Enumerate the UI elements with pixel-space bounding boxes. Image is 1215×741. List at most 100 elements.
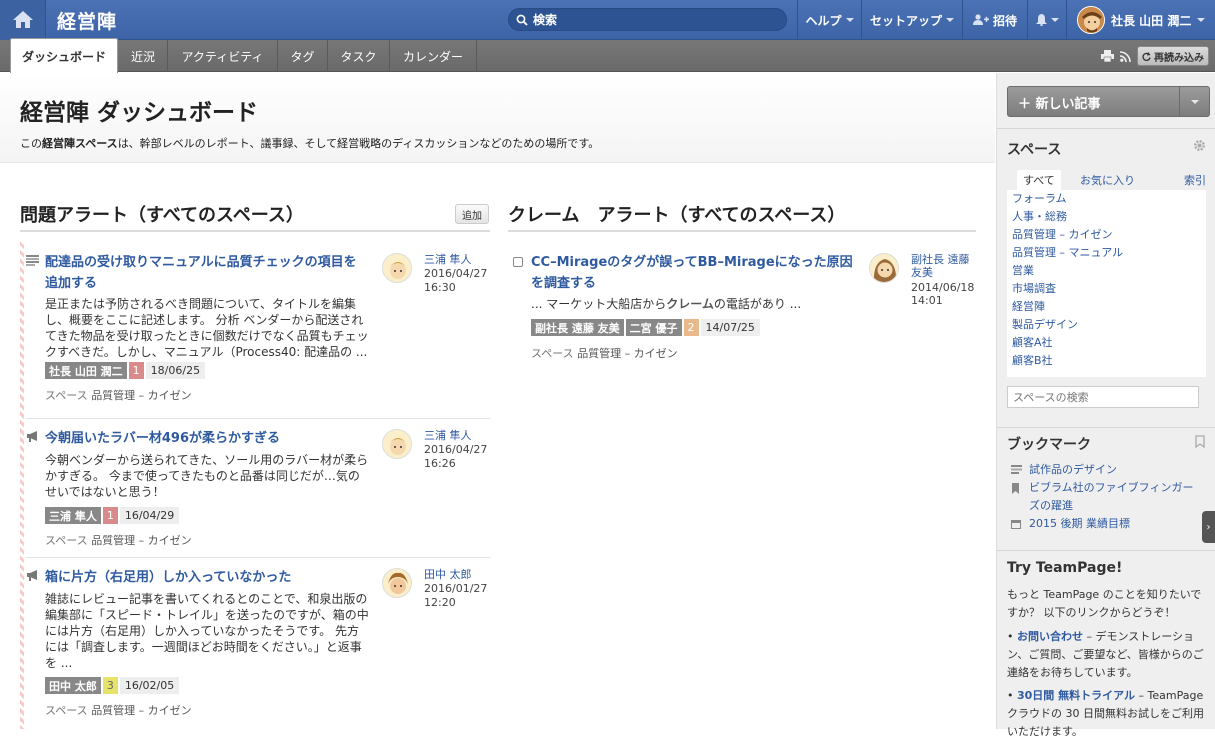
author-name[interactable]: 三浦 隼人	[424, 429, 472, 442]
space-link[interactable]: 顧客B社	[1007, 352, 1206, 370]
assignee-tag[interactable]: 田中 太郎	[45, 677, 101, 694]
tab-all-spaces[interactable]: すべて	[1017, 170, 1061, 190]
assignee-tag[interactable]: 三浦 隼人	[45, 507, 101, 524]
issue-tags: 社長 山田 潤二 1 18/06/25	[45, 362, 206, 379]
space-line: スペース 品質管理 – カイゼン	[45, 389, 192, 402]
trial-link[interactable]: 30日間 無料トライアル	[1017, 689, 1135, 702]
space-link[interactable]: 品質管理 – カイゼン	[577, 347, 678, 360]
chevron-down-icon	[1190, 99, 1199, 104]
space-line: スペース 品質管理 – カイゼン	[45, 704, 192, 717]
avatar	[869, 253, 899, 283]
space-link[interactable]: 品質管理 – カイゼン	[1007, 226, 1206, 244]
page-description: この経営陣スペースは、幹部レベルのレポート、議事録、そして経営戦略のディスカッシ…	[20, 137, 600, 150]
new-post-button[interactable]: ＋ 新しい記事	[1007, 86, 1210, 117]
space-link[interactable]: 品質管理 – カイゼン	[91, 534, 192, 547]
bookmarks-heading: ブックマーク	[1007, 437, 1091, 453]
new-post-dropdown[interactable]	[1179, 87, 1209, 116]
tab-recent[interactable]: 近況	[119, 40, 168, 72]
issue-title[interactable]: 配達品の受け取りマニュアルに品質チェックの項目を 追加する	[45, 252, 357, 294]
search-input[interactable]	[533, 11, 773, 28]
notifications-menu[interactable]	[1027, 0, 1066, 40]
help-label: ヘルプ	[805, 13, 842, 28]
spaces-heading: スペース	[1007, 142, 1062, 158]
issue-item: 箱に片方（右足用）しか入っていなかった 雑誌にレビュー記事を書いてくれるとのこと…	[26, 567, 376, 727]
contact-link[interactable]: お問い合わせ	[1017, 630, 1083, 643]
new-post-label: ＋ 新しい記事	[1018, 97, 1101, 112]
space-link[interactable]: 品質管理 – マニュアル	[1007, 244, 1206, 262]
due-date: 18/06/25	[145, 362, 206, 379]
invite-button[interactable]: 招待	[962, 0, 1027, 40]
spaces-list: フォーラム 人事・総務 品質管理 – カイゼン 品質管理 – マニュアル 営業 …	[1007, 190, 1206, 377]
tab-calendar[interactable]: カレンダー	[390, 40, 477, 72]
space-link[interactable]: 人事・総務	[1007, 208, 1206, 226]
rss-icon[interactable]	[1120, 50, 1131, 62]
count-badge: 1	[128, 362, 144, 379]
top-bar: 経営陣 ヘルプ セットアップ 招待 社長 山田 潤二	[0, 0, 1215, 40]
post-date: 2014/06/18	[911, 281, 975, 294]
reload-button[interactable]: 再読み込み	[1137, 46, 1209, 66]
page-header: 経営陣 ダッシュボード この経営陣スペースは、幹部レベルのレポート、議事録、そし…	[0, 73, 995, 163]
assignee-tag[interactable]: 社長 山田 潤二	[45, 362, 127, 379]
chevron-down-icon	[946, 18, 954, 22]
app-title[interactable]: 経営陣	[57, 7, 117, 34]
tab-activity[interactable]: アクティビティ	[168, 40, 278, 72]
tab-tools: 再読み込み	[1101, 40, 1215, 72]
issue-title[interactable]: 今朝届いたラバー材496が柔らかすぎる	[45, 428, 280, 449]
tab-favorite-spaces[interactable]: お気に入り	[1074, 170, 1141, 190]
index-link[interactable]: 索引	[1184, 170, 1206, 190]
issue-title[interactable]: 箱に片方（右足用）しか入っていなかった	[45, 567, 291, 588]
author-name[interactable]: 田中 太郎	[424, 568, 472, 581]
bookmark-item[interactable]: 2015 後期 業績目標	[1011, 515, 1201, 533]
issue-tags: 三浦 隼人 1 16/04/29	[45, 507, 180, 524]
issue-tags: 田中 太郎 3 16/02/05	[45, 677, 180, 694]
issues-heading: 問題アラート（すべてのスペース）	[20, 205, 304, 226]
print-icon[interactable]	[1101, 50, 1114, 62]
home-button[interactable]	[0, 0, 46, 40]
tab-tags[interactable]: タグ	[278, 40, 328, 72]
claim-title[interactable]: CC–Mirageのタグが誤ってBB–Mirageになった原因 を調査する	[531, 252, 853, 294]
assignee-tag[interactable]: 副社長 遠藤 友美	[531, 319, 624, 336]
assignee-tag[interactable]: 二宮 優子	[625, 319, 682, 336]
bookmark-icon	[1012, 483, 1019, 494]
tab-tasks[interactable]: タスク	[328, 40, 390, 72]
claim-item: CC–Mirageのタグが誤ってBB–Mirageになった原因 を調査する ...…	[513, 252, 863, 362]
sidebar-toggle[interactable]: ›	[1202, 511, 1215, 543]
space-link[interactable]: フォーラム	[1007, 190, 1206, 208]
bookmark-item[interactable]: ビブラム社のファイブフィンガー ズの躍進	[1011, 479, 1201, 515]
issue-excerpt: 今朝ベンダーから送られてきた、ソール用のラバー材が柔ら かすぎる。 今まで使ってき…	[45, 453, 369, 499]
bookmark-item[interactable]: 試作品のデザイン	[1011, 461, 1201, 479]
megaphone-icon	[27, 570, 37, 581]
spaces-tabs: すべて お気に入り 索引	[1007, 170, 1206, 190]
divider	[997, 550, 1215, 551]
gear-icon[interactable]	[1193, 139, 1206, 152]
space-link[interactable]: 製品デザイン	[1007, 316, 1206, 334]
bookmark-icon[interactable]	[1195, 435, 1205, 448]
space-link[interactable]: 経営陣	[1007, 298, 1206, 316]
space-link[interactable]: 市場調査	[1007, 280, 1206, 298]
claim-excerpt: ... マーケット大船店からクレームの電話があり ...	[531, 297, 802, 311]
space-link[interactable]: 品質管理 – カイゼン	[91, 704, 192, 717]
space-link[interactable]: 品質管理 – カイゼン	[91, 389, 192, 402]
search-icon	[516, 14, 528, 26]
avatar	[382, 253, 412, 283]
home-icon	[13, 11, 33, 28]
search-box[interactable]	[508, 8, 787, 31]
calendar-icon	[1011, 520, 1021, 529]
author-block: 三浦 隼人 2016/04/27 16:26	[382, 429, 492, 479]
setup-menu[interactable]: セットアップ	[861, 0, 962, 40]
space-line: スペース 品質管理 – カイゼン	[531, 347, 678, 360]
task-checkbox[interactable]	[513, 257, 523, 267]
author-name[interactable]: 三浦 隼人	[424, 253, 472, 266]
due-date: 16/02/05	[119, 677, 180, 694]
help-menu[interactable]: ヘルプ	[797, 0, 861, 40]
space-search-input[interactable]	[1007, 386, 1199, 408]
author-name[interactable]: 副社長 遠藤 友美	[911, 253, 970, 279]
user-menu[interactable]: 社長 山田 潤二	[1066, 0, 1215, 40]
space-link[interactable]: 営業	[1007, 262, 1206, 280]
tab-bar: ダッシュボード 近況 アクティビティ タグ タスク カレンダー 再読み込み	[0, 38, 1215, 73]
author-block: 副社長 遠藤 友美 2014/06/18 14:01	[869, 253, 981, 313]
space-link[interactable]: 顧客A社	[1007, 334, 1206, 352]
add-button[interactable]: 追加	[455, 204, 489, 224]
main-content: 経営陣 ダッシュボード この経営陣スペースは、幹部レベルのレポート、議事録、そし…	[0, 73, 995, 729]
tab-dashboard[interactable]: ダッシュボード	[10, 38, 118, 73]
